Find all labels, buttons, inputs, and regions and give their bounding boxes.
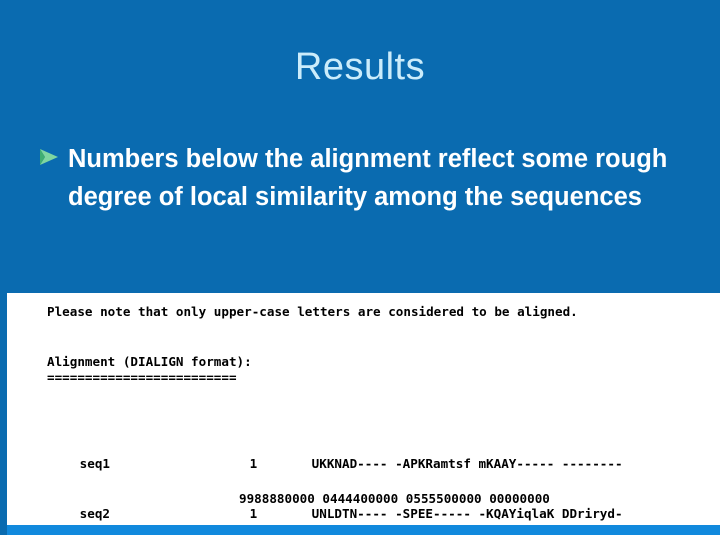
panel-left-edge — [0, 293, 7, 540]
bullet-list: Numbers below the alignment reflect some… — [38, 140, 678, 216]
sequence-start: 1 — [249, 505, 258, 521]
sequence-start: 1 — [249, 455, 258, 471]
sequence-alignment: UNLDTN---- -SPEE----- -KQAYiqlaK DDriryd… — [311, 505, 623, 521]
slide: Results Numbers below the alignment refl… — [0, 0, 720, 540]
bullet-item-text: Numbers below the alignment reflect some… — [68, 145, 668, 211]
terminal-note-line: Please note that only upper-case letters… — [47, 304, 578, 319]
sequence-alignment: UKKNAD---- -APKRamtsf mKAAY----- -------… — [311, 455, 623, 471]
green-arrow-bullet-icon — [38, 140, 68, 168]
bottom-accent-bar — [7, 525, 720, 535]
page-title: Results — [294, 46, 426, 88]
terminal-section-rule: ========================= — [47, 370, 237, 385]
similarity-score-line: 9988880000 0444400000 0555500000 0000000… — [239, 491, 550, 506]
table-row: seq1 1 UKKNAD---- -APKRamtsf mKAAY----- --… — [19, 439, 720, 471]
terminal-section-heading: Alignment (DIALIGN format): — [47, 354, 252, 369]
bottom-white-strip — [0, 535, 720, 540]
sequence-name: seq1 — [79, 455, 111, 471]
sequence-name: seq2 — [79, 505, 111, 521]
terminal-output-panel: Please note that only upper-case letters… — [7, 293, 720, 525]
